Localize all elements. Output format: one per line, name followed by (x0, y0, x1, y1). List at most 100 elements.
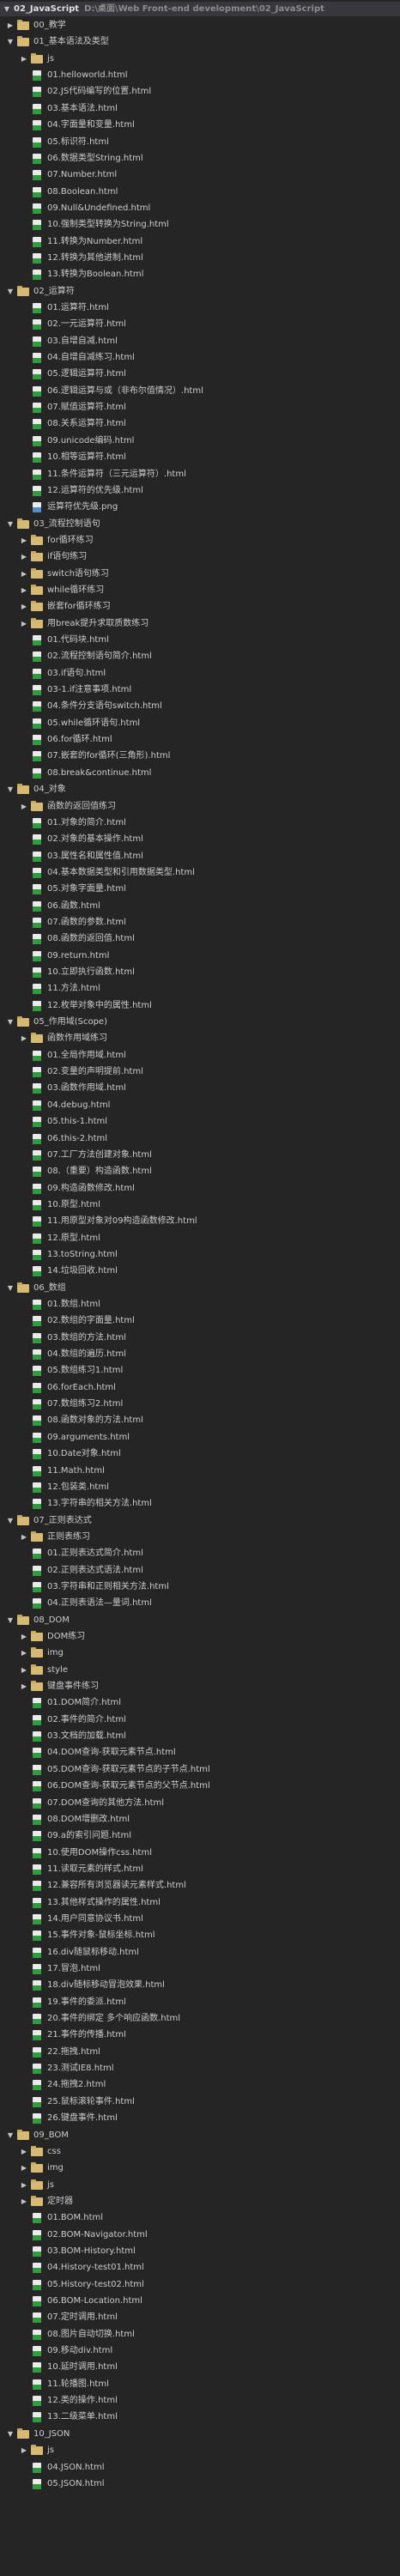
chevron-down-icon[interactable]: ▼ (6, 2427, 15, 2441)
tree-file-row[interactable]: 12.兼容所有浏览器读元素样式.html (0, 1878, 400, 1893)
tree-file-row[interactable]: 03.BOM-History.html (0, 2244, 400, 2258)
chevron-down-icon[interactable]: ▼ (6, 517, 15, 531)
chevron-down-icon[interactable]: ▼ (6, 782, 15, 797)
chevron-down-icon[interactable]: ▼ (6, 2128, 15, 2143)
chevron-right-icon[interactable]: ▶ (20, 616, 28, 631)
tree-file-row[interactable]: 07.Number.html (0, 167, 400, 182)
tree-file-row[interactable]: 01.代码块.html (0, 633, 400, 647)
chevron-right-icon[interactable]: ▶ (20, 799, 28, 814)
tree-file-row[interactable]: 07.嵌套的for循环(三角形).html (0, 749, 400, 763)
tree-file-row[interactable]: 04.条件分支语句switch.html (0, 699, 400, 713)
tree-file-row[interactable]: 08.Boolean.html (0, 185, 400, 199)
tree-file-row[interactable]: 04.History-test01.html (0, 2260, 400, 2275)
tree-file-row[interactable]: 07.赋值运算符.html (0, 400, 400, 415)
tree-file-row[interactable]: 01.数组.html (0, 1297, 400, 1312)
tree-file-row[interactable]: 07.工厂方法创建对象.html (0, 1148, 400, 1162)
tree-file-row[interactable]: 08.函数的返回值.html (0, 931, 400, 946)
tree-file-row[interactable]: 09.return.html (0, 949, 400, 963)
tree-folder-row[interactable]: ▶ 用break提升求取质数练习 (0, 616, 400, 631)
tree-file-row[interactable]: 10.原型.html (0, 1197, 400, 1212)
chevron-right-icon[interactable]: ▶ (20, 533, 28, 548)
tree-folder-row[interactable]: ▶ 嵌套for循环练习 (0, 599, 400, 614)
tree-file-row[interactable]: 09.unicode编码.html (0, 433, 400, 448)
tree-file-row[interactable]: 22.拖拽.html (0, 2045, 400, 2059)
tree-file-row[interactable]: 13.二级菜单.html (0, 2409, 400, 2424)
tree-file-row[interactable]: 03.函数作用域.html (0, 1081, 400, 1095)
tree-folder-row[interactable]: ▶ img (0, 1646, 400, 1660)
tree-file-row[interactable]: 12.转换为其他进制.html (0, 251, 400, 265)
tree-file-row[interactable]: 13.字符串的相关方法.html (0, 1496, 400, 1511)
tree-file-row[interactable]: 09.arguments.html (0, 1430, 400, 1445)
chevron-right-icon[interactable]: ▶ (20, 1530, 28, 1544)
tree-file-row[interactable]: 03.if语句.html (0, 666, 400, 681)
tree-file-row[interactable]: 05.JSON.html (0, 2476, 400, 2491)
tree-file-row[interactable]: 01.对象的简介.html (0, 815, 400, 830)
tree-file-row[interactable]: 07.数组练习2.html (0, 1397, 400, 1411)
tree-file-row[interactable]: 10.立即执行函数.html (0, 965, 400, 979)
tree-file-row[interactable]: 06.函数.html (0, 899, 400, 913)
chevron-down-icon[interactable]: ▼ (6, 34, 15, 49)
tree-file-row[interactable]: 09.构造函数修改.html (0, 1181, 400, 1196)
tree-file-row[interactable]: 04.正则表语法—量词.html (0, 1596, 400, 1610)
tree-file-row[interactable]: 08.（重要）构造函数.html (0, 1164, 400, 1179)
tree-file-row[interactable]: 06.this-2.html (0, 1131, 400, 1146)
tree-file-row[interactable]: 06.DOM查询-获取元素节点的父节点.html (0, 1779, 400, 1793)
tree-file-row[interactable]: 06.逻辑运算与或（非布尔值情况）.html (0, 384, 400, 398)
tree-file-row[interactable]: 08.DOM增删改.html (0, 1812, 400, 1827)
tree-file-row[interactable]: 15.事件对象-鼠标坐标.html (0, 1928, 400, 1943)
tree-file-row[interactable]: 03.属性名和属性值.html (0, 849, 400, 864)
tree-file-row[interactable]: 04.字面量和变量.html (0, 118, 400, 132)
tree-file-row[interactable]: 20.事件的绑定 多个响应函数.html (0, 2011, 400, 2026)
tree-file-row[interactable]: 13.其他样式操作的属性.html (0, 1895, 400, 1910)
tree-file-row[interactable]: 04.基本数据类型和引用数据类型.html (0, 865, 400, 880)
chevron-right-icon[interactable]: ▶ (20, 1646, 28, 1660)
chevron-right-icon[interactable]: ▶ (20, 567, 28, 581)
tree-file-row[interactable]: 06.数据类型String.html (0, 151, 400, 166)
tree-file-row[interactable]: 23.测试IE8.html (0, 2061, 400, 2076)
tree-file-row[interactable]: 01.DOM简介.html (0, 1695, 400, 1710)
tree-file-row[interactable]: 12.运算符的优先级.html (0, 483, 400, 498)
tree-file-row[interactable]: 14.垃圾回收.html (0, 1264, 400, 1278)
tree-file-row[interactable]: 03.数组的方法.html (0, 1330, 400, 1345)
tree-file-row[interactable]: 19.事件的委派.html (0, 1995, 400, 2009)
tree-file-row[interactable]: 09.a的索引问题.html (0, 1828, 400, 1843)
tree-folder-row[interactable]: ▼ 01_基本语法及类型 (0, 34, 400, 49)
chevron-right-icon[interactable]: ▶ (20, 1663, 28, 1677)
chevron-down-icon[interactable]: ▼ (6, 1613, 15, 1627)
chevron-down-icon[interactable]: ▼ (6, 1015, 15, 1029)
tree-folder-row[interactable]: ▶ js (0, 2443, 400, 2458)
tree-file-row[interactable]: 12.原型.html (0, 1231, 400, 1246)
tree-file-row[interactable]: 03.文档的加载.html (0, 1729, 400, 1743)
tree-folder-row[interactable]: ▶ 键盘事件练习 (0, 1679, 400, 1694)
tree-file-row[interactable]: 06.forEach.html (0, 1380, 400, 1395)
tree-file-row[interactable]: 04.数组的遍历.html (0, 1347, 400, 1361)
tree-folder-row[interactable]: ▶ 定时器 (0, 2194, 400, 2209)
tree-file-row[interactable]: 01.helloworld.html (0, 68, 400, 82)
tree-file-row[interactable]: 09.移动div.html (0, 2343, 400, 2358)
tree-file-row[interactable]: 05.对象字面量.html (0, 882, 400, 896)
tree-folder-row[interactable]: ▶ switch语句练习 (0, 567, 400, 581)
tree-folder-row[interactable]: ▼ 06_数组 (0, 1281, 400, 1295)
tree-file-row[interactable]: 10.使用DOM操作css.html (0, 1846, 400, 1860)
tree-folder-row[interactable]: ▶ js (0, 2178, 400, 2192)
tree-folder-row[interactable]: ▶ if语句练习 (0, 549, 400, 564)
chevron-right-icon[interactable]: ▶ (20, 1629, 28, 1644)
tree-folder-row[interactable]: ▼ 02_运算符 (0, 284, 400, 299)
tree-folder-row[interactable]: ▶ DOM练习 (0, 1629, 400, 1644)
chevron-right-icon[interactable]: ▶ (20, 2178, 28, 2192)
tree-file-row[interactable]: 05.DOM查询-获取元素节点的子节点.html (0, 1762, 400, 1777)
tree-file-row[interactable]: 24.拖拽2.html (0, 2077, 400, 2092)
tree-file-row[interactable]: 08.关系运算符.html (0, 416, 400, 431)
chevron-right-icon[interactable]: ▶ (20, 2161, 28, 2175)
chevron-right-icon[interactable]: ▶ (20, 2443, 28, 2458)
tree-folder-row[interactable]: ▶ 函数的返回值练习 (0, 799, 400, 814)
tree-file-row[interactable]: 14.用户同意协议书.html (0, 1912, 400, 1926)
tree-file-row[interactable]: 05.History-test02.html (0, 2277, 400, 2292)
tree-file-row[interactable]: 07.函数的参数.html (0, 915, 400, 930)
tree-file-row[interactable]: 10.Date对象.html (0, 1446, 400, 1461)
tree-file-row[interactable]: 05.this-1.html (0, 1114, 400, 1129)
tree-file-row[interactable]: 02.正则表达式语法.html (0, 1563, 400, 1578)
chevron-right-icon[interactable]: ▶ (20, 549, 28, 564)
tree-file-row[interactable]: 02.变量的声明提前.html (0, 1064, 400, 1079)
tree-file-row[interactable]: 17.冒泡.html (0, 1961, 400, 1976)
